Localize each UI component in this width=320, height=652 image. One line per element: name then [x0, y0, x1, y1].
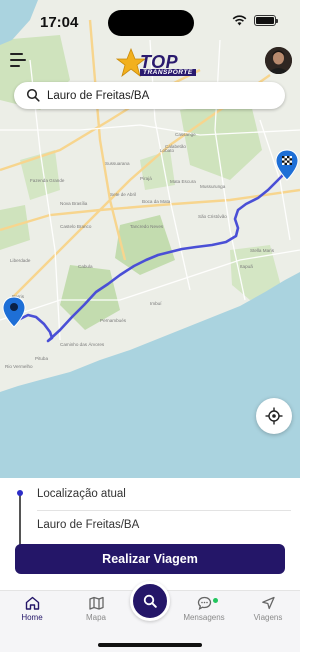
divider	[37, 510, 291, 511]
tab-messages[interactable]: Mensagens	[179, 596, 229, 626]
origin-dot-icon	[17, 490, 23, 496]
map-label: Fazenda Grande	[30, 178, 65, 183]
tab-label: Mensagens	[183, 613, 225, 622]
map-label: Rio Vermelho	[5, 364, 33, 369]
map-label: Caminho das Árvores	[60, 341, 105, 347]
map-label: Pirajá	[140, 176, 152, 181]
map-label: Itapuã	[240, 264, 253, 269]
map-label: Mussurunga	[200, 184, 226, 189]
map-label: Stella Maris	[250, 248, 275, 253]
notification-badge	[213, 598, 218, 603]
map-label: Sete de Abril	[110, 192, 136, 197]
search-fab-button[interactable]	[130, 581, 170, 621]
tab-trips[interactable]: Viagens	[243, 596, 293, 626]
tab-map[interactable]: Mapa	[71, 596, 121, 626]
map-label: Pituba	[35, 356, 48, 361]
status-bar: 17:04	[0, 0, 300, 44]
map-label: Sussuarana	[105, 161, 130, 166]
wifi-icon	[232, 15, 247, 26]
home-indicator[interactable]	[98, 643, 202, 647]
map-label: Tancredo Neves	[130, 224, 164, 229]
search-input[interactable]	[47, 86, 277, 105]
battery-icon	[254, 15, 278, 26]
logo-subtext: TRANSPORTE	[140, 69, 196, 76]
user-photo-icon	[265, 47, 292, 74]
map-label: Cassange	[175, 132, 196, 137]
map-label: Cabula	[78, 264, 93, 269]
search-icon	[26, 88, 40, 102]
map-label: São Cristóvão	[198, 214, 227, 219]
map-label: Castelo Branco	[60, 224, 92, 229]
avatar[interactable]	[265, 47, 292, 74]
dynamic-island	[108, 10, 194, 36]
hamburger-icon	[10, 53, 23, 55]
messages-icon	[197, 596, 211, 610]
map-label: Boca da Mata	[142, 199, 171, 204]
map-icon	[88, 596, 104, 610]
menu-button[interactable]	[10, 53, 26, 67]
my-location-button[interactable]	[256, 398, 292, 434]
app-logo: TOP TRANSPORTE	[116, 44, 196, 80]
map-label: Liberdade	[10, 258, 31, 263]
origin-field[interactable]: Localização atual	[37, 488, 126, 500]
tab-label: Viagens	[253, 613, 283, 622]
map-label: Mata Escura	[170, 179, 196, 184]
search-icon	[143, 594, 157, 608]
tab-label: Mapa	[85, 613, 106, 622]
status-time: 17:04	[40, 14, 79, 31]
tab-label: Home	[21, 613, 43, 622]
destination-field[interactable]: Lauro de Freitas/BA	[37, 519, 139, 531]
tab-home[interactable]: Home	[7, 596, 57, 626]
start-trip-button[interactable]: Realizar Viagem	[15, 544, 285, 574]
navigation-icon	[261, 596, 275, 610]
search-bar[interactable]	[14, 82, 285, 109]
crosshair-icon	[265, 407, 283, 425]
map-label: Imbuí	[150, 301, 162, 306]
map-label: Pernambués	[100, 318, 127, 323]
map-label: Calabetão	[165, 144, 186, 149]
home-icon	[25, 596, 39, 610]
map-label: Nova Brasília	[60, 201, 88, 206]
